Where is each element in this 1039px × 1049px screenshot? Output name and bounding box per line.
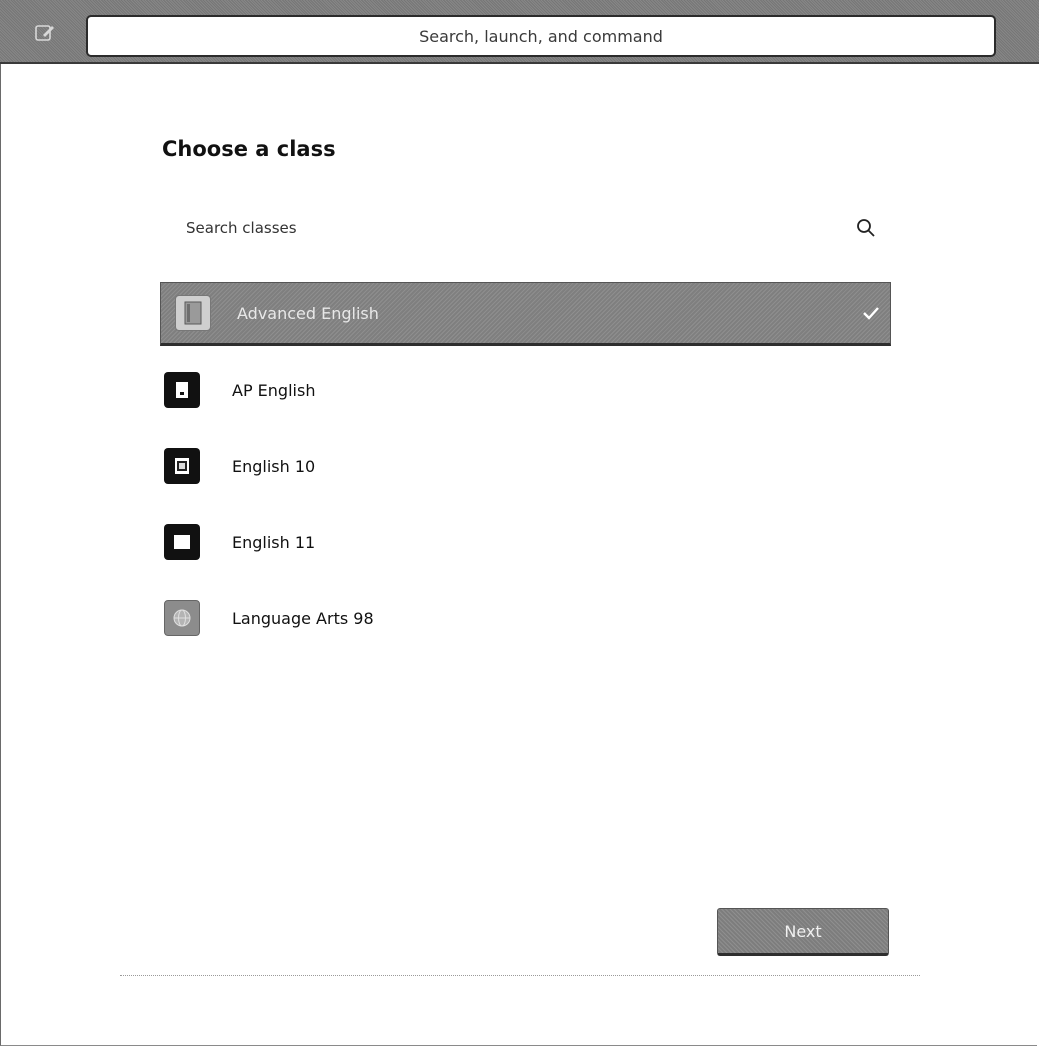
class-item-label: English 11 xyxy=(232,532,316,552)
command-search-bar[interactable]: Search, launch, and command xyxy=(86,15,996,57)
checkmark-icon xyxy=(863,307,879,320)
class-item-advanced-english[interactable]: Advanced English xyxy=(160,282,891,346)
class-item-label: Advanced English xyxy=(237,303,379,323)
class-item-ap-english[interactable]: AP English xyxy=(160,358,891,422)
class-item-english-10[interactable]: English 10 xyxy=(160,434,891,498)
class-item-language-arts-98[interactable]: Language Arts 98 xyxy=(160,586,891,650)
class-list: Advanced English AP English English 10 E… xyxy=(160,282,891,662)
title-bar: Search, launch, and command xyxy=(0,0,1039,64)
class-search-input[interactable] xyxy=(162,206,890,250)
class-search-box[interactable] xyxy=(162,206,890,250)
notebook-icon xyxy=(164,448,200,484)
next-button[interactable]: Next xyxy=(717,908,889,956)
notebook-icon xyxy=(175,295,211,331)
notebook-icon xyxy=(164,372,200,408)
divider xyxy=(120,975,920,976)
compose-icon[interactable] xyxy=(32,20,58,46)
class-item-label: English 10 xyxy=(232,456,316,476)
class-item-english-11[interactable]: English 11 xyxy=(160,510,891,574)
command-search-placeholder: Search, launch, and command xyxy=(419,26,663,46)
search-icon[interactable] xyxy=(856,218,876,238)
page-title: Choose a class xyxy=(162,137,336,161)
class-item-label: Language Arts 98 xyxy=(232,608,374,628)
class-item-label: AP English xyxy=(232,380,316,400)
globe-icon xyxy=(164,600,200,636)
notebook-icon xyxy=(164,524,200,560)
